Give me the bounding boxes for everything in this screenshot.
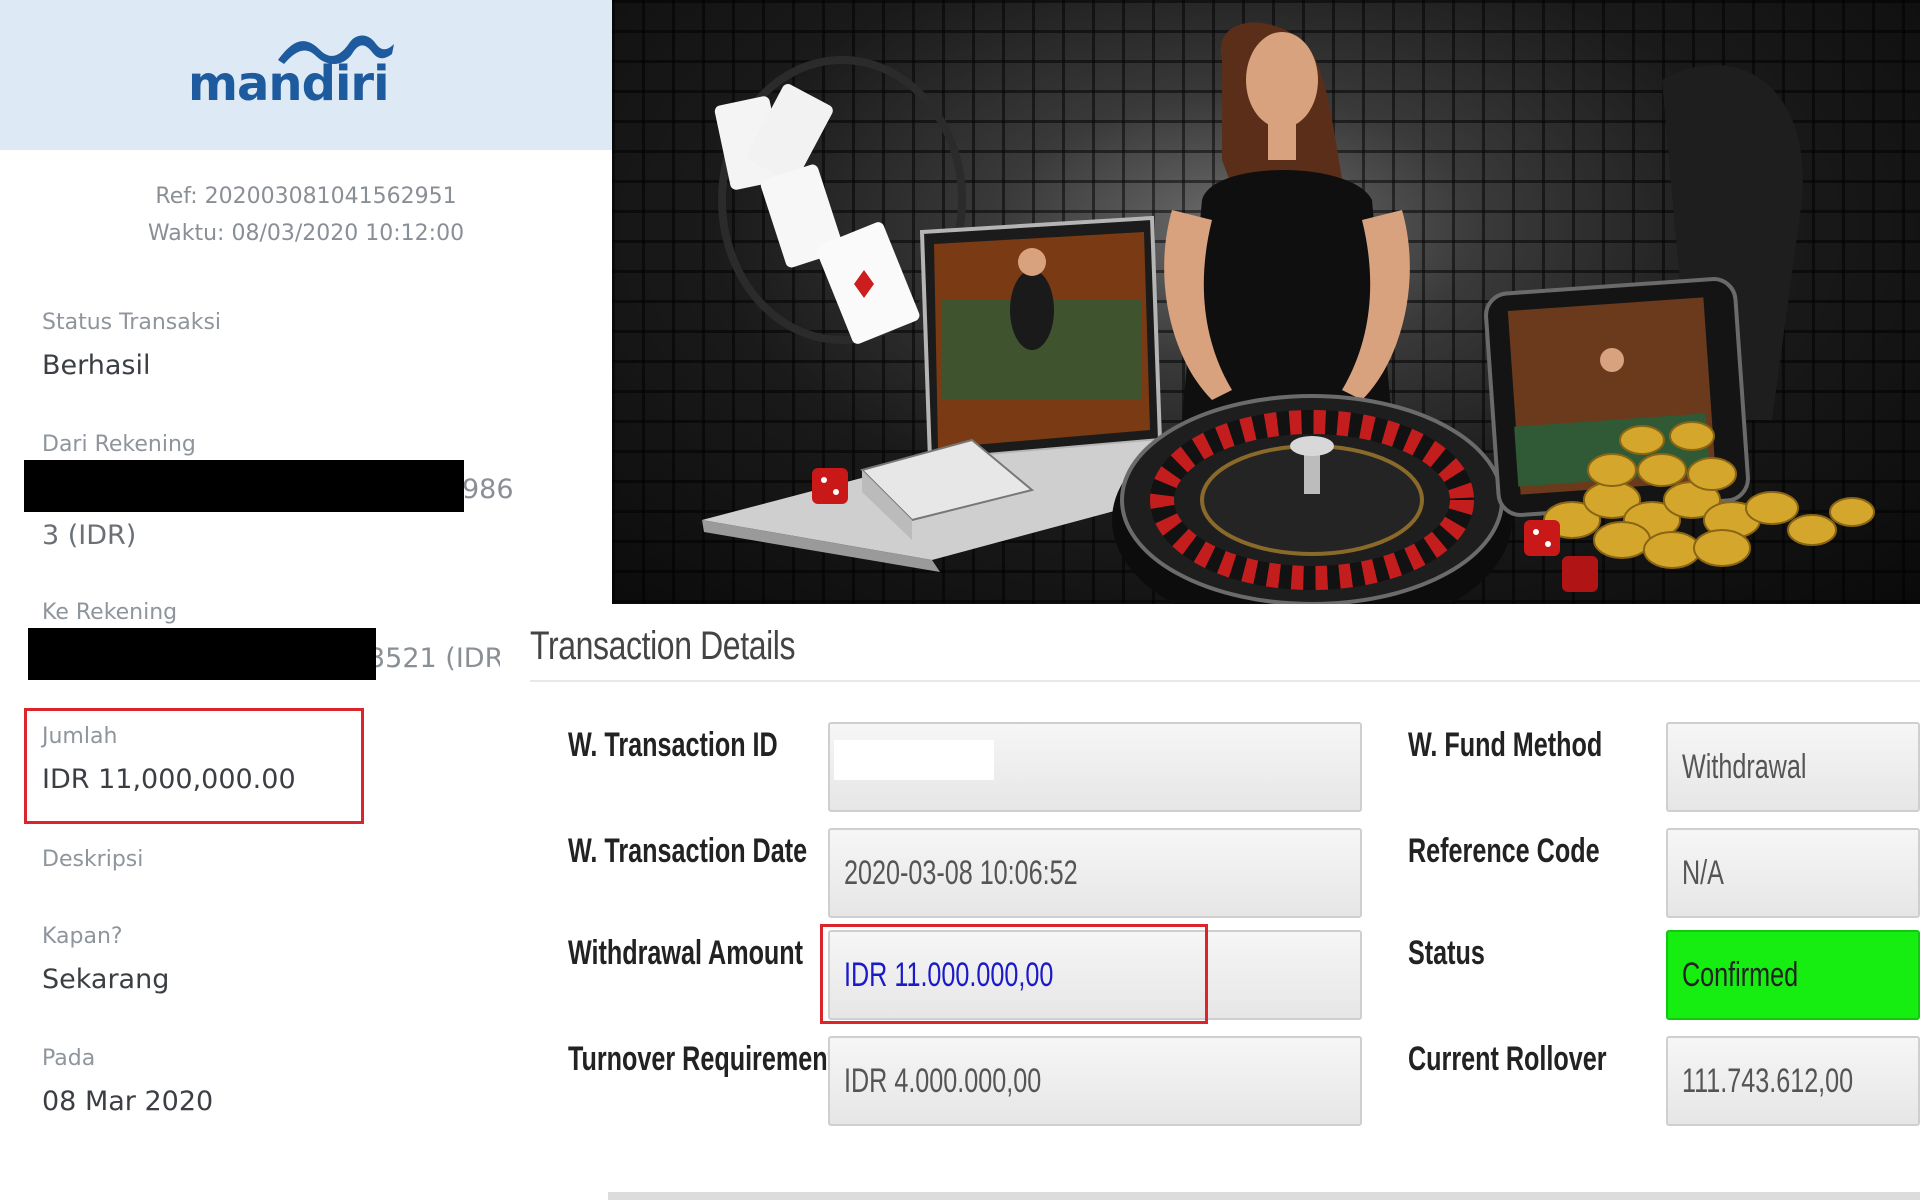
status-label: Status [1408,934,1485,972]
turnover-requirement-field[interactable]: IDR 4.000.000,00 [828,1036,1362,1126]
playing-cards-icon [714,84,920,344]
transaction-id-field[interactable] [828,722,1362,812]
withdrawal-amount-label: Withdrawal Amount [568,934,804,972]
status-label: Status Transaksi [42,310,222,335]
casino-banner [612,0,1920,604]
fund-method-field[interactable]: Withdrawal [1666,722,1920,812]
date-label: Pada [42,1046,96,1071]
roulette-wheel-icon [1112,394,1512,604]
bottom-divider [608,1192,1920,1200]
reference-code-field[interactable]: N/A [1666,828,1920,918]
to-account-label: Ke Rekening [42,600,178,625]
redaction-bar [24,460,464,512]
mandiri-logo: mandiri [188,30,408,112]
fund-method-value: Withdrawal [1682,748,1807,786]
reference-code-label: Reference Code [1408,832,1600,870]
amount-highlight-box [820,924,1208,1024]
current-rollover-field[interactable]: 111.743.612,00 [1666,1036,1920,1126]
current-rollover-value: 111.743.612,00 [1682,1062,1854,1100]
reference-code-value: N/A [1682,854,1724,892]
mandiri-wordmark: mandiri [188,56,390,112]
date-value: 08 Mar 2020 [42,1086,214,1117]
from-account-tail: 986 [462,474,514,505]
amount-value: IDR 11,000,000.00 [42,764,296,795]
current-rollover-label: Current Rollover [1408,1040,1607,1078]
dealer-figure [1164,22,1410,420]
description-label: Deskripsi [42,847,144,872]
transaction-details-panel: Transaction Details W. Transaction ID W.… [500,604,1920,1200]
amount-label: Jumlah [42,724,118,749]
transaction-id-label: W. Transaction ID [568,726,778,764]
redaction-bar [28,628,376,680]
turnover-requirement-label: Turnover Requirement [568,1040,836,1078]
transaction-time: Waktu: 08/03/2020 10:12:00 [147,221,465,246]
title-divider [530,680,1920,682]
reference-number: Ref: 202003081041562951 [155,184,457,209]
status-value: Berhasil [42,350,151,381]
fund-method-label: W. Fund Method [1408,726,1603,764]
casino-illustration [702,22,1875,604]
transaction-date-label: W. Transaction Date [568,832,808,870]
turnover-requirement-value: IDR 4.000.000,00 [844,1062,1042,1100]
when-value: Sekarang [42,964,170,995]
from-account-label: Dari Rekening [42,432,196,457]
transaction-date-value: 2020-03-08 10:06:52 [844,854,1078,892]
when-label: Kapan? [42,924,123,949]
receipt-header: mandiri [0,0,612,150]
to-account-tail: 3521 (IDR) [368,643,514,674]
status-value: Confirmed [1682,956,1799,994]
redaction-box [834,740,994,780]
transaction-date-field[interactable]: 2020-03-08 10:06:52 [828,828,1362,918]
from-account-currency: 3 (IDR) [42,520,137,551]
status-field[interactable]: Confirmed [1666,930,1920,1020]
panel-title: Transaction Details [530,624,796,668]
